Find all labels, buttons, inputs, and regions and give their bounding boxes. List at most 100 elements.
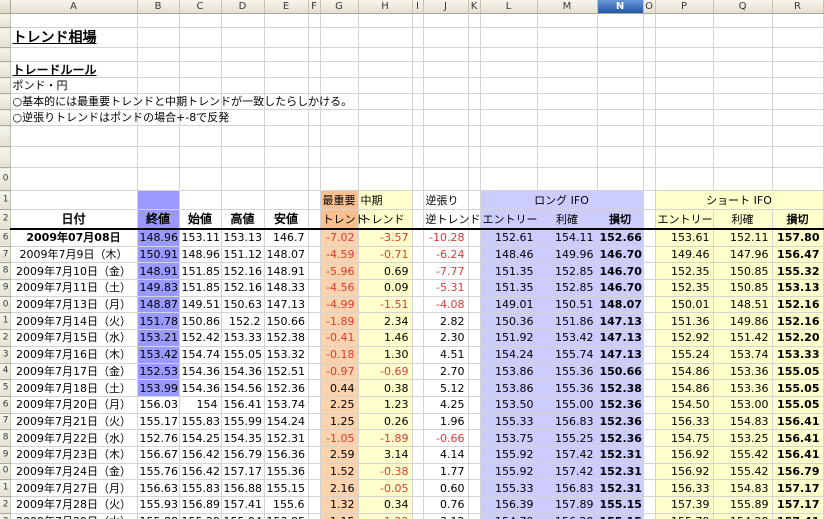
cell-contrarian[interactable]: 5.12	[423, 380, 468, 397]
cell-empty[interactable]	[597, 28, 643, 48]
cell-close[interactable]: 149.83	[137, 280, 179, 297]
row-header[interactable]: 0	[0, 168, 10, 191]
cell-short-stop-loss[interactable]: 156.79	[772, 463, 823, 480]
cell-empty[interactable]	[308, 191, 320, 210]
top-trend-header-2[interactable]: トレンド	[320, 210, 358, 230]
column-header-L[interactable]: L	[480, 0, 537, 14]
cell-empty[interactable]	[308, 210, 320, 230]
mid-trend-header-2[interactable]: トレンド	[358, 210, 412, 230]
column-header-I[interactable]: I	[412, 0, 423, 14]
cell-long-stop-loss[interactable]: 155.15	[597, 497, 643, 514]
cell-empty[interactable]	[468, 463, 480, 480]
cell-empty[interactable]	[468, 147, 480, 168]
cell-empty[interactable]	[643, 210, 655, 230]
cell-empty[interactable]	[468, 313, 480, 330]
cell-low[interactable]: 148.33	[264, 280, 308, 297]
cell-empty[interactable]	[320, 14, 358, 28]
row-header[interactable]	[0, 48, 10, 62]
cell-empty[interactable]	[308, 246, 320, 263]
cell-empty[interactable]	[308, 396, 320, 413]
cell-empty[interactable]	[655, 126, 713, 147]
cell-long-stop-loss[interactable]: 152.31	[597, 463, 643, 480]
row-header[interactable]: 7	[0, 246, 10, 263]
cell-long-take-profit[interactable]: 150.51	[537, 296, 597, 313]
cell-empty[interactable]	[264, 147, 308, 168]
cell-date[interactable]: 2009年07月08日	[10, 229, 137, 246]
cell-date[interactable]: 2009年7月16日（木）	[10, 346, 137, 363]
cell-empty[interactable]	[655, 78, 713, 94]
cell-contrarian[interactable]: 1.77	[423, 463, 468, 480]
cell-empty[interactable]	[412, 14, 423, 28]
cell-empty[interactable]	[10, 126, 137, 147]
cell-top-trend[interactable]: -1.05	[320, 430, 358, 447]
long-take-profit-header[interactable]: 利確	[537, 210, 597, 230]
cell-empty[interactable]	[221, 28, 264, 48]
cell-date[interactable]: 2009年7月18日（土）	[10, 380, 137, 397]
cell-short-take-profit[interactable]: 149.86	[713, 313, 772, 330]
cell-empty[interactable]	[320, 62, 358, 78]
cell-short-take-profit[interactable]: 155.42	[713, 463, 772, 480]
cell-empty[interactable]	[358, 14, 412, 28]
cell-short-take-profit[interactable]: 153.74	[713, 346, 772, 363]
cell-empty[interactable]	[412, 280, 423, 297]
cell-top-trend[interactable]: -0.41	[320, 330, 358, 347]
cell-date[interactable]: 2009年7月28日（火）	[10, 497, 137, 514]
cell-top-trend[interactable]: 1.32	[320, 497, 358, 514]
trade-rule-line[interactable]: ○逆張りトレンドはポンドの場合+-8で反発	[10, 110, 137, 126]
column-header-E[interactable]: E	[264, 0, 308, 14]
cell-empty[interactable]	[412, 229, 423, 246]
cell-empty[interactable]	[468, 446, 480, 463]
cell-top-trend[interactable]: 1.52	[320, 463, 358, 480]
cell-empty[interactable]	[713, 147, 772, 168]
cell-empty[interactable]	[713, 78, 772, 94]
cell-empty[interactable]	[643, 363, 655, 380]
cell-empty[interactable]	[137, 28, 179, 48]
cell-open[interactable]: 156.42	[179, 446, 221, 463]
cell-empty[interactable]	[412, 463, 423, 480]
cell-date[interactable]: 2009年7月20日（月）	[10, 396, 137, 413]
cell-long-take-profit[interactable]: 155.74	[537, 346, 597, 363]
cell-long-entry[interactable]: 153.86	[480, 380, 537, 397]
cell-low[interactable]: 155.6	[264, 497, 308, 514]
cell-empty[interactable]	[308, 363, 320, 380]
cell-long-stop-loss[interactable]: 152.66	[597, 229, 643, 246]
cell-mid-trend[interactable]: -0.05	[358, 480, 412, 497]
cell-long-entry[interactable]: 151.35	[480, 263, 537, 280]
column-header-P[interactable]: P	[655, 0, 713, 14]
cell-mid-trend[interactable]: 0.69	[358, 263, 412, 280]
cell-long-entry[interactable]: 149.01	[480, 296, 537, 313]
cell-short-stop-loss[interactable]: 157.17	[772, 497, 823, 514]
cell-empty[interactable]	[308, 446, 320, 463]
cell-contrarian[interactable]: -5.31	[423, 280, 468, 297]
cell-empty[interactable]	[655, 62, 713, 78]
cell-empty[interactable]	[643, 430, 655, 447]
cell-low[interactable]: 147.13	[264, 296, 308, 313]
cell-short-take-profit[interactable]: 153.36	[713, 363, 772, 380]
cell-high[interactable]: 155.94	[221, 513, 264, 519]
row-header[interactable]: 2	[0, 330, 10, 347]
cell-empty[interactable]	[221, 14, 264, 28]
column-header-M[interactable]: M	[537, 0, 597, 14]
cell-low[interactable]: 153.85	[264, 513, 308, 519]
cell-empty[interactable]	[221, 168, 264, 191]
cell-long-entry[interactable]: 151.92	[480, 330, 537, 347]
cell-empty[interactable]	[308, 229, 320, 246]
cell-high[interactable]: 155.99	[221, 413, 264, 430]
cell-low[interactable]: 155.36	[264, 463, 308, 480]
cell-contrarian[interactable]: -4.08	[423, 296, 468, 313]
cell-empty[interactable]	[597, 14, 643, 28]
cell-empty[interactable]	[643, 14, 655, 28]
cell-empty[interactable]	[643, 263, 655, 280]
cell-empty[interactable]	[537, 94, 597, 110]
cell-long-stop-loss[interactable]: 152.31	[597, 480, 643, 497]
cell-empty[interactable]	[655, 28, 713, 48]
cell-empty[interactable]	[772, 78, 823, 94]
cell-empty[interactable]	[264, 126, 308, 147]
cell-empty[interactable]	[358, 110, 412, 126]
trade-rule-line[interactable]: ○基本的には最重要トレンドと中期トレンドが一致したらしかける。	[10, 94, 137, 110]
cell-low[interactable]: 146.7	[264, 229, 308, 246]
cell-empty[interactable]	[412, 413, 423, 430]
cell-empty[interactable]	[655, 14, 713, 28]
cell-close[interactable]: 153.99	[137, 380, 179, 397]
cell-close[interactable]: 155.93	[137, 497, 179, 514]
